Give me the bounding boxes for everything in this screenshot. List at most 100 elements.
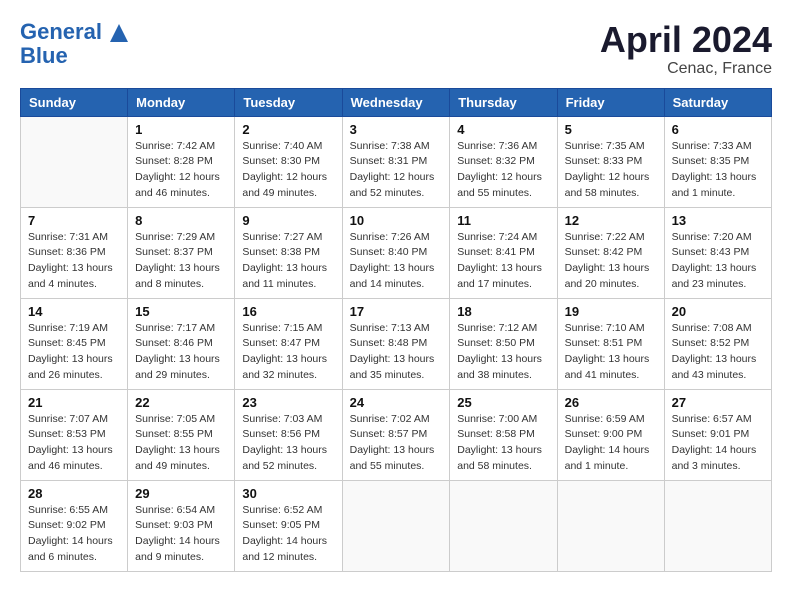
day-number: 29 — [135, 486, 227, 501]
calendar-cell: 30 Sunrise: 6:52 AMSunset: 9:05 PMDayligh… — [235, 480, 342, 571]
calendar-cell: 23Sunrise: 7:03 AMSunset: 8:56 PMDayligh… — [235, 389, 342, 480]
month-title: April 2024 — [600, 20, 772, 60]
calendar-cell: 2 Sunrise: 7:40 AMSunset: 8:30 PMDaylight… — [235, 116, 342, 207]
day-number: 7 — [28, 213, 120, 228]
calendar-cell: 19 Sunrise: 7:10 AMSunset: 8:51 PMDayligh… — [557, 298, 664, 389]
week-row-2: 7 Sunrise: 7:31 AMSunset: 8:36 PMDaylight… — [21, 207, 772, 298]
calendar-cell: 4 Sunrise: 7:36 AMSunset: 8:32 PMDaylight… — [450, 116, 557, 207]
calendar-cell — [342, 480, 450, 571]
day-info: Sunrise: 7:03 AMSunset: 8:56 PMDaylight:… — [242, 412, 334, 475]
day-info: Sunrise: 7:00 AMSunset: 8:58 PMDaylight:… — [457, 412, 549, 475]
day-info: Sunrise: 7:26 AMSunset: 8:40 PMDaylight:… — [350, 230, 443, 293]
day-number: 25 — [457, 395, 549, 410]
calendar-cell: 7 Sunrise: 7:31 AMSunset: 8:36 PMDaylight… — [21, 207, 128, 298]
calendar-cell: 27 Sunrise: 6:57 AMSunset: 9:01 PMDayligh… — [664, 389, 771, 480]
page-header: General Blue April 2024 Cenac, France — [20, 20, 772, 78]
day-info: Sunrise: 6:57 AMSunset: 9:01 PMDaylight:… — [672, 412, 764, 475]
day-number: 12 — [565, 213, 657, 228]
calendar-cell: 3Sunrise: 7:38 AMSunset: 8:31 PMDaylight… — [342, 116, 450, 207]
day-number: 18 — [457, 304, 549, 319]
day-info: Sunrise: 7:02 AMSunset: 8:57 PMDaylight:… — [350, 412, 443, 475]
calendar-cell: 1 Sunrise: 7:42 AMSunset: 8:28 PMDaylight… — [128, 116, 235, 207]
day-number: 15 — [135, 304, 227, 319]
title-area: April 2024 Cenac, France — [600, 20, 772, 78]
calendar-cell — [557, 480, 664, 571]
day-number: 11 — [457, 213, 549, 228]
day-number: 10 — [350, 213, 443, 228]
day-info: Sunrise: 7:22 AMSunset: 8:42 PMDaylight:… — [565, 230, 657, 293]
calendar-cell: 22 Sunrise: 7:05 AMSunset: 8:55 PMDayligh… — [128, 389, 235, 480]
day-number: 6 — [672, 122, 764, 137]
col-header-thursday: Thursday — [450, 88, 557, 116]
day-number: 8 — [135, 213, 227, 228]
day-info: Sunrise: 7:31 AMSunset: 8:36 PMDaylight:… — [28, 230, 120, 293]
day-info: Sunrise: 6:55 AMSunset: 9:02 PMDaylight:… — [28, 503, 120, 566]
day-number: 30 — [242, 486, 334, 501]
day-info: Sunrise: 7:35 AMSunset: 8:33 PMDaylight:… — [565, 139, 657, 202]
day-number: 28 — [28, 486, 120, 501]
day-info: Sunrise: 7:24 AMSunset: 8:41 PMDaylight:… — [457, 230, 549, 293]
day-info: Sunrise: 7:33 AMSunset: 8:35 PMDaylight:… — [672, 139, 764, 202]
location: Cenac, France — [600, 60, 772, 78]
calendar-cell: 11 Sunrise: 7:24 AMSunset: 8:41 PMDayligh… — [450, 207, 557, 298]
calendar-cell: 17Sunrise: 7:13 AMSunset: 8:48 PMDayligh… — [342, 298, 450, 389]
logo-blue-text: Blue — [20, 44, 128, 68]
calendar-cell: 9Sunrise: 7:27 AMSunset: 8:38 PMDaylight… — [235, 207, 342, 298]
day-info: Sunrise: 7:15 AMSunset: 8:47 PMDaylight:… — [242, 321, 334, 384]
week-row-3: 14 Sunrise: 7:19 AMSunset: 8:45 PMDayligh… — [21, 298, 772, 389]
calendar-cell: 5 Sunrise: 7:35 AMSunset: 8:33 PMDaylight… — [557, 116, 664, 207]
calendar-cell: 28 Sunrise: 6:55 AMSunset: 9:02 PMDayligh… — [21, 480, 128, 571]
day-info: Sunrise: 6:54 AMSunset: 9:03 PMDaylight:… — [135, 503, 227, 566]
day-info: Sunrise: 7:17 AMSunset: 8:46 PMDaylight:… — [135, 321, 227, 384]
calendar-cell — [21, 116, 128, 207]
day-number: 16 — [242, 304, 334, 319]
calendar-cell: 21Sunrise: 7:07 AMSunset: 8:53 PMDayligh… — [21, 389, 128, 480]
calendar-cell: 18 Sunrise: 7:12 AMSunset: 8:50 PMDayligh… — [450, 298, 557, 389]
day-info: Sunrise: 7:29 AMSunset: 8:37 PMDaylight:… — [135, 230, 227, 293]
day-info: Sunrise: 7:40 AMSunset: 8:30 PMDaylight:… — [242, 139, 334, 202]
day-number: 1 — [135, 122, 227, 137]
calendar-cell: 13 Sunrise: 7:20 AMSunset: 8:43 PMDayligh… — [664, 207, 771, 298]
day-number: 19 — [565, 304, 657, 319]
day-info: Sunrise: 7:10 AMSunset: 8:51 PMDaylight:… — [565, 321, 657, 384]
calendar-cell: 25 Sunrise: 7:00 AMSunset: 8:58 PMDayligh… — [450, 389, 557, 480]
calendar-cell: 12 Sunrise: 7:22 AMSunset: 8:42 PMDayligh… — [557, 207, 664, 298]
day-info: Sunrise: 7:19 AMSunset: 8:45 PMDaylight:… — [28, 321, 120, 384]
calendar-cell: 6 Sunrise: 7:33 AMSunset: 8:35 PMDaylight… — [664, 116, 771, 207]
week-row-4: 21Sunrise: 7:07 AMSunset: 8:53 PMDayligh… — [21, 389, 772, 480]
calendar-cell: 26Sunrise: 6:59 AMSunset: 9:00 PMDayligh… — [557, 389, 664, 480]
calendar-header-row: SundayMondayTuesdayWednesdayThursdayFrid… — [21, 88, 772, 116]
day-number: 27 — [672, 395, 764, 410]
day-number: 14 — [28, 304, 120, 319]
day-info: Sunrise: 7:05 AMSunset: 8:55 PMDaylight:… — [135, 412, 227, 475]
calendar-table: SundayMondayTuesdayWednesdayThursdayFrid… — [20, 88, 772, 572]
day-number: 22 — [135, 395, 227, 410]
day-number: 4 — [457, 122, 549, 137]
day-info: Sunrise: 7:08 AMSunset: 8:52 PMDaylight:… — [672, 321, 764, 384]
calendar-cell: 15 Sunrise: 7:17 AMSunset: 8:46 PMDayligh… — [128, 298, 235, 389]
week-row-1: 1 Sunrise: 7:42 AMSunset: 8:28 PMDaylight… — [21, 116, 772, 207]
calendar-cell: 29 Sunrise: 6:54 AMSunset: 9:03 PMDayligh… — [128, 480, 235, 571]
day-info: Sunrise: 7:42 AMSunset: 8:28 PMDaylight:… — [135, 139, 227, 202]
col-header-monday: Monday — [128, 88, 235, 116]
col-header-tuesday: Tuesday — [235, 88, 342, 116]
day-info: Sunrise: 7:07 AMSunset: 8:53 PMDaylight:… — [28, 412, 120, 475]
calendar-cell — [450, 480, 557, 571]
day-info: Sunrise: 6:52 AMSunset: 9:05 PMDaylight:… — [242, 503, 334, 566]
day-info: Sunrise: 7:36 AMSunset: 8:32 PMDaylight:… — [457, 139, 549, 202]
calendar-cell: 24Sunrise: 7:02 AMSunset: 8:57 PMDayligh… — [342, 389, 450, 480]
col-header-saturday: Saturday — [664, 88, 771, 116]
day-number: 2 — [242, 122, 334, 137]
logo-text: General — [20, 20, 128, 44]
day-number: 5 — [565, 122, 657, 137]
day-number: 17 — [350, 304, 443, 319]
day-info: Sunrise: 6:59 AMSunset: 9:00 PMDaylight:… — [565, 412, 657, 475]
calendar-cell: 20Sunrise: 7:08 AMSunset: 8:52 PMDayligh… — [664, 298, 771, 389]
col-header-sunday: Sunday — [21, 88, 128, 116]
day-number: 13 — [672, 213, 764, 228]
day-info: Sunrise: 7:27 AMSunset: 8:38 PMDaylight:… — [242, 230, 334, 293]
week-row-5: 28 Sunrise: 6:55 AMSunset: 9:02 PMDayligh… — [21, 480, 772, 571]
day-info: Sunrise: 7:38 AMSunset: 8:31 PMDaylight:… — [350, 139, 443, 202]
day-info: Sunrise: 7:20 AMSunset: 8:43 PMDaylight:… — [672, 230, 764, 293]
day-info: Sunrise: 7:12 AMSunset: 8:50 PMDaylight:… — [457, 321, 549, 384]
